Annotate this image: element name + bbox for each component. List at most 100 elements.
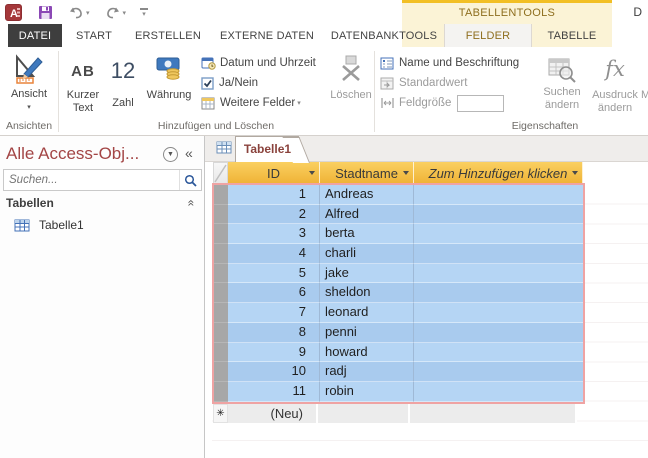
search-input[interactable] <box>4 170 179 190</box>
modify-expression-button[interactable]: fx Ausdruck ändern <box>590 51 640 129</box>
record-name-cell[interactable]: radj <box>320 362 414 382</box>
more-fields-button[interactable]: Weitere Felder ▾ <box>201 95 301 111</box>
record-name-cell[interactable]: Andreas <box>320 185 414 205</box>
record-id-cell[interactable]: 9 <box>228 342 320 363</box>
search-icon[interactable] <box>179 170 201 190</box>
nav-item-tabelle1[interactable]: Tabelle1 <box>14 218 84 232</box>
short-text-button[interactable]: AB Kurzer Text <box>61 51 105 129</box>
view-dropdown-icon[interactable]: ▾ <box>6 103 52 111</box>
default-value-button[interactable]: Standardwert <box>380 75 467 91</box>
delete-button[interactable]: Löschen <box>330 51 372 129</box>
filter-dropdown-icon[interactable] <box>403 171 409 175</box>
column-header-add-field[interactable]: Zum Hinzufügen klicken <box>414 162 583 184</box>
tab-datei[interactable]: DATEI <box>8 24 62 47</box>
record-empty-cell[interactable] <box>414 382 583 402</box>
tab-start[interactable]: START <box>62 24 126 47</box>
tab-datenbanktools[interactable]: DATENBANKTOOLS <box>324 24 444 47</box>
record-empty-cell[interactable] <box>414 323 583 343</box>
row-selector[interactable] <box>214 381 228 402</box>
record-id-cell[interactable]: 6 <box>228 283 320 304</box>
row-selector[interactable] <box>214 303 228 323</box>
record-empty-cell[interactable] <box>414 264 583 284</box>
tab-felder-active[interactable]: FELDER <box>444 24 532 47</box>
record-empty-cell[interactable] <box>414 362 583 382</box>
filter-dropdown-icon[interactable] <box>309 171 315 175</box>
svg-text:A: A <box>10 8 18 20</box>
collapse-group-icon[interactable]: « <box>185 200 199 207</box>
record-empty-cell[interactable] <box>414 244 583 264</box>
new-record-name-cell[interactable] <box>318 404 410 423</box>
redo-dropdown-icon[interactable]: ▾ <box>123 9 127 17</box>
column-header-id[interactable]: ID <box>228 162 320 184</box>
modify-lookups-button[interactable]: Suchen ändern <box>536 51 588 129</box>
new-record-selector[interactable]: ✳ <box>213 404 228 423</box>
record-name-cell[interactable]: howard <box>320 342 414 363</box>
currency-button[interactable]: Währung <box>141 51 197 129</box>
row-selector[interactable] <box>214 185 228 205</box>
row-selector[interactable] <box>214 322 228 343</box>
nav-shutter-icon[interactable]: « <box>185 145 193 161</box>
record-name-cell[interactable]: charli <box>320 244 414 264</box>
table-row: 5 jake <box>214 263 583 284</box>
redo-button[interactable]: ▾ <box>105 6 127 19</box>
tab-erstellen[interactable]: ERSTELLEN <box>126 24 210 47</box>
record-id-cell[interactable]: 4 <box>228 244 320 264</box>
record-id-cell[interactable]: 8 <box>228 322 320 343</box>
record-name-cell[interactable]: Alfred <box>320 204 414 225</box>
record-empty-cell[interactable] <box>414 283 583 304</box>
record-id-cell[interactable]: 10 <box>228 362 320 382</box>
record-empty-cell[interactable] <box>414 205 583 225</box>
nav-group-tabellen[interactable]: Tabellen « <box>6 196 199 210</box>
row-selector[interactable] <box>214 362 228 382</box>
access-logo-icon: A <box>5 4 22 21</box>
record-name-cell[interactable]: robin <box>320 381 414 402</box>
field-size-icon <box>380 97 395 109</box>
record-id-cell[interactable]: 11 <box>228 381 320 402</box>
record-empty-cell[interactable] <box>414 224 583 245</box>
row-selector[interactable] <box>214 224 228 245</box>
record-id-cell[interactable]: 7 <box>228 303 320 323</box>
record-name-cell[interactable]: sheldon <box>320 283 414 304</box>
datetime-button[interactable]: Datum und Uhrzeit <box>201 55 316 71</box>
customize-quick-access-icon[interactable]: ▾ <box>140 7 149 18</box>
column-header-stadtname[interactable]: Stadtname <box>320 162 414 184</box>
record-name-cell[interactable]: penni <box>320 322 414 343</box>
table-row: 9 howard <box>214 342 583 363</box>
record-id-cell[interactable]: 5 <box>228 263 320 284</box>
record-id-cell[interactable]: 2 <box>228 204 320 225</box>
nav-pane-title[interactable]: Alle Access-Obj... <box>6 144 139 164</box>
record-name-cell[interactable]: jake <box>320 263 414 284</box>
document-tab-tabelle1[interactable]: Tabelle1 <box>235 136 299 162</box>
new-record-row[interactable]: ✳ (Neu) <box>213 404 577 423</box>
select-all-corner[interactable] <box>213 162 228 184</box>
record-empty-cell[interactable] <box>414 303 583 323</box>
record-name-cell[interactable]: berta <box>320 224 414 245</box>
number-button[interactable]: 12 Zahl <box>106 51 140 129</box>
nav-menu-dropdown-icon[interactable]: ▼ <box>163 147 178 162</box>
field-size-input[interactable] <box>457 94 505 112</box>
record-id-cell[interactable]: 1 <box>228 185 320 205</box>
undo-dropdown-icon[interactable]: ▾ <box>86 9 90 17</box>
record-empty-cell[interactable] <box>414 343 583 363</box>
memo-settings-button[interactable]: Me <box>641 51 648 129</box>
row-selector[interactable] <box>214 263 228 284</box>
tab-tabelle[interactable]: TABELLE <box>532 24 612 47</box>
name-caption-button[interactable]: Name und Beschriftung <box>380 55 519 71</box>
save-button[interactable] <box>38 5 53 20</box>
record-empty-cell[interactable] <box>414 185 583 205</box>
row-selector[interactable] <box>214 244 228 264</box>
row-selector[interactable] <box>214 283 228 304</box>
currency-icon <box>156 57 180 80</box>
yesno-button[interactable]: Ja/Nein <box>201 75 258 91</box>
record-name-cell[interactable]: leonard <box>320 303 414 323</box>
more-fields-dropdown-icon[interactable]: ▾ <box>297 99 301 107</box>
undo-button[interactable]: ▾ <box>68 6 90 19</box>
view-button[interactable]: Ansicht ▾ <box>6 51 52 129</box>
row-selector[interactable] <box>214 204 228 225</box>
tab-externe-daten[interactable]: EXTERNE DATEN <box>210 24 324 47</box>
record-id-cell[interactable]: 3 <box>228 224 320 245</box>
filter-dropdown-icon[interactable] <box>572 171 578 175</box>
new-record-empty-cell[interactable] <box>410 404 577 423</box>
new-record-id-cell[interactable]: (Neu) <box>228 404 318 423</box>
row-selector[interactable] <box>214 342 228 363</box>
